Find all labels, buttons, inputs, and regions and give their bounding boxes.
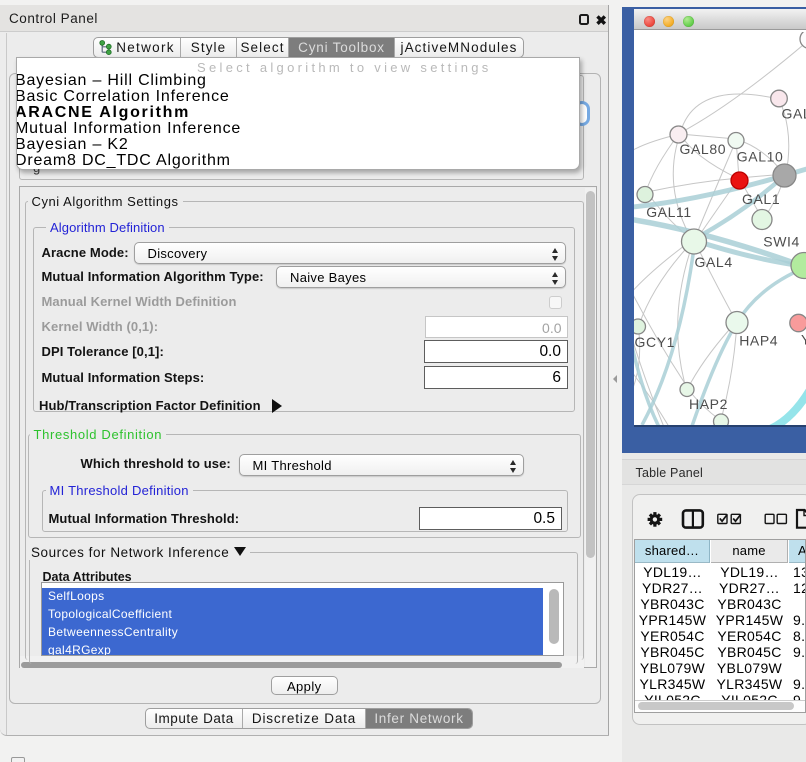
svg-text:GCY1: GCY1 xyxy=(635,334,676,350)
svg-text:GAL80: GAL80 xyxy=(680,141,727,157)
svg-text:GAL4: GAL4 xyxy=(695,254,733,270)
svg-text:HAP4: HAP4 xyxy=(739,332,778,348)
svg-text:HAP2: HAP2 xyxy=(689,396,728,412)
svg-text:GAL1: GAL1 xyxy=(742,191,780,207)
svg-text:GAL11: GAL11 xyxy=(646,204,692,220)
svg-text:SWI4: SWI4 xyxy=(763,233,800,249)
svg-text:GAL10: GAL10 xyxy=(737,148,784,164)
svg-text:YD: YD xyxy=(801,331,806,347)
svg-text:GAL2: GAL2 xyxy=(782,105,806,121)
